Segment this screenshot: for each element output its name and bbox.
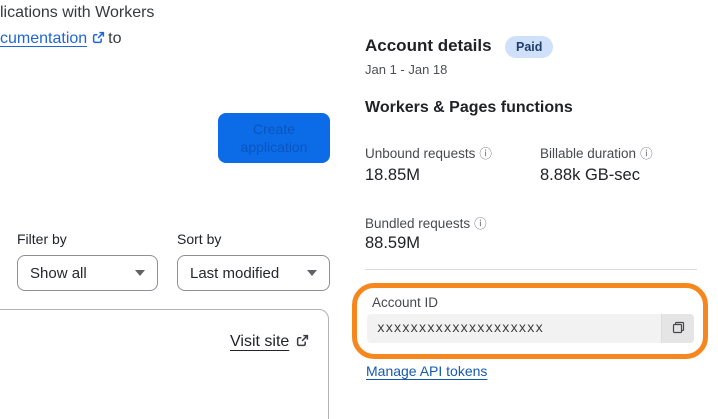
metric-label-bundled: Bundled requests ⓘ <box>365 216 487 231</box>
filter-dropdown[interactable]: Show all <box>17 255 158 291</box>
intro-line2: cumentation to <box>0 26 154 53</box>
chevron-down-icon <box>307 270 317 276</box>
metric-label-unbound: Unbound requests ⓘ <box>365 146 492 161</box>
project-card: Visit site <box>0 309 329 419</box>
plan-badge: Paid <box>505 36 554 58</box>
account-id-field-group <box>367 314 694 343</box>
account-id-input[interactable] <box>367 314 661 343</box>
filter-by-label: Filter by <box>17 231 67 247</box>
metric-value-billable: 8.88k GB-sec <box>540 166 640 184</box>
external-link-icon <box>92 27 105 53</box>
account-id-label: Account ID <box>372 295 439 310</box>
info-icon[interactable]: ⓘ <box>474 217 487 231</box>
copy-icon <box>671 320 686 338</box>
manage-api-tokens-link[interactable]: Manage API tokens <box>366 363 487 379</box>
filter-dropdown-value: Show all <box>30 264 87 282</box>
intro-line1: lications with Workers <box>0 4 155 21</box>
intro-after-link: to <box>108 30 122 47</box>
copy-button[interactable] <box>661 314 694 343</box>
sort-dropdown-value: Last modified <box>190 264 280 282</box>
info-icon[interactable]: ⓘ <box>479 147 492 161</box>
info-icon[interactable]: ⓘ <box>640 147 653 161</box>
metric-label-billable: Billable duration ⓘ <box>540 146 653 161</box>
sort-dropdown[interactable]: Last modified <box>177 255 330 291</box>
documentation-link[interactable]: cumentation <box>0 30 87 47</box>
metric-value-bundled: 88.59M <box>365 234 421 252</box>
intro-paragraph: lications with Workers cumentation to <box>0 0 154 53</box>
divider <box>365 269 697 270</box>
date-range: Jan 1 - Jan 18 <box>365 62 448 77</box>
external-link-icon <box>296 334 309 352</box>
chevron-down-icon <box>135 270 145 276</box>
create-application-label: Create application <box>240 121 308 155</box>
visit-site-label: Visit site <box>230 333 290 350</box>
metric-value-unbound: 18.85M <box>365 166 421 184</box>
functions-section-title: Workers & Pages functions <box>365 99 573 116</box>
sort-by-label: Sort by <box>177 231 222 247</box>
workers-pages-dashboard: lications with Workers cumentation to Cre… <box>0 0 718 419</box>
account-details-title: Account details <box>365 36 492 55</box>
create-application-button[interactable]: Create application <box>218 113 330 163</box>
visit-site-link[interactable]: Visit site <box>230 333 312 352</box>
